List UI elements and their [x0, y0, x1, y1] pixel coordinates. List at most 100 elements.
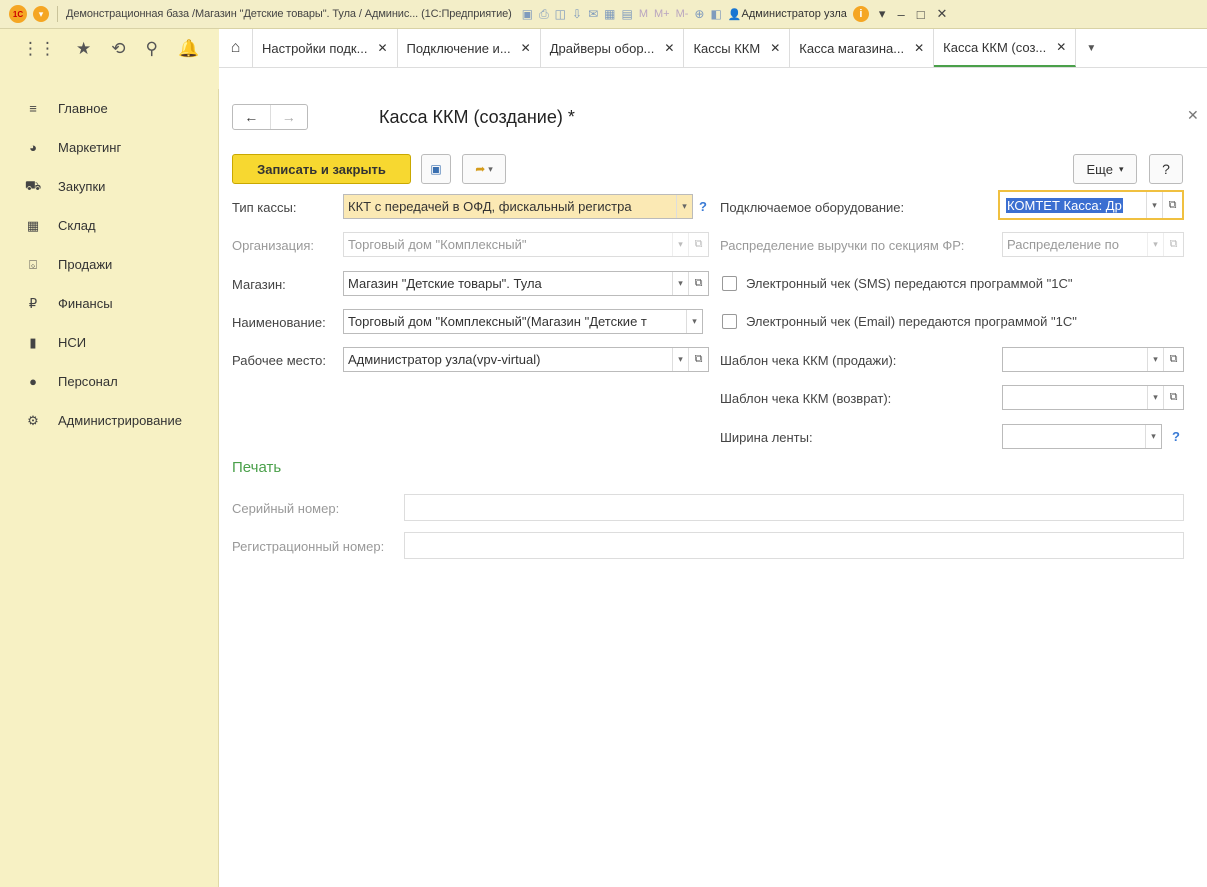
sidebar-item-admin[interactable]: ⚙ Администрирование: [0, 401, 218, 440]
open-icon[interactable]: ⧉: [1162, 192, 1182, 218]
user-icon: 👤: [727, 8, 742, 21]
chevron-down-icon[interactable]: ▾: [672, 348, 688, 371]
search-icon[interactable]: ⚲: [146, 39, 158, 59]
forward-arrow-icon[interactable]: →: [269, 105, 308, 129]
sms-checkbox[interactable]: [722, 276, 737, 291]
tabs-dropdown-icon[interactable]: ▼: [1076, 29, 1106, 67]
help-question-icon[interactable]: ?: [1172, 429, 1180, 444]
cart-icon: ⛟: [24, 177, 42, 193]
tab-connection[interactable]: Подключение и... ✕: [398, 29, 541, 67]
save-icon[interactable]: ▣: [421, 154, 451, 184]
save-icon[interactable]: ▣: [522, 7, 533, 21]
chevron-down-icon[interactable]: ▾: [672, 272, 688, 295]
memory-plus-button[interactable]: M+: [654, 8, 670, 20]
close-tab-icon[interactable]: ✕: [770, 41, 780, 55]
open-icon[interactable]: ⧉: [1163, 386, 1183, 409]
save-and-close-button[interactable]: Записать и закрыть: [232, 154, 411, 184]
tape-width-label: Ширина ленты:: [720, 430, 813, 445]
1c-logo-icon: 1С: [9, 5, 27, 23]
print-icon[interactable]: ⎙: [539, 7, 549, 22]
memory-minus-button[interactable]: M-: [676, 8, 689, 20]
panels-icon[interactable]: ◧: [710, 7, 721, 21]
tab-kkm-list[interactable]: Кассы ККМ ✕: [684, 29, 791, 67]
receipt-template-return-field[interactable]: ▾ ⧉: [1002, 385, 1184, 410]
current-user[interactable]: 👤 Администратор узла: [728, 8, 847, 21]
print-section-title[interactable]: Печать: [232, 459, 281, 476]
close-window-icon[interactable]: ✕: [937, 6, 948, 22]
sidebar-item-warehouse[interactable]: ▦ Склад: [0, 206, 218, 245]
tab-drivers[interactable]: Драйверы обор... ✕: [541, 29, 685, 67]
calendar-icon[interactable]: ▤: [621, 7, 632, 21]
organization-field[interactable]: Торговый дом "Комплексный" ▾ ⧉: [343, 232, 709, 257]
chevron-down-icon[interactable]: ▾: [1147, 348, 1163, 371]
apps-grid-icon[interactable]: ⋮⋮: [22, 39, 56, 59]
registration-number-field[interactable]: [404, 532, 1184, 559]
sidebar-item-nsi[interactable]: ▮ НСИ: [0, 323, 218, 362]
close-tab-icon[interactable]: ✕: [377, 41, 387, 55]
chevron-down-icon[interactable]: ▾: [672, 233, 688, 256]
calculator-icon[interactable]: ▦: [604, 7, 615, 21]
close-tab-icon[interactable]: ✕: [521, 41, 531, 55]
serial-number-field[interactable]: [404, 494, 1184, 521]
bell-icon[interactable]: 🔔: [178, 39, 199, 59]
chevron-down-icon[interactable]: ▾: [1147, 386, 1163, 409]
ruble-icon: ₽: [28, 295, 38, 311]
chevron-down-icon[interactable]: ▾: [1146, 192, 1162, 218]
sidebar-item-sales[interactable]: ⌺ Продажи: [0, 245, 218, 284]
sidebar-item-main[interactable]: ≡ Главное: [0, 89, 218, 128]
open-icon[interactable]: ⧉: [1163, 348, 1183, 371]
maximize-icon[interactable]: □: [917, 7, 925, 22]
receipt-template-sale-field[interactable]: ▾ ⧉: [1002, 347, 1184, 372]
sidebar-item-purchases[interactable]: ⛟ Закупки: [0, 167, 218, 206]
close-tab-icon[interactable]: ✕: [1056, 40, 1066, 54]
tape-width-field[interactable]: ▾: [1002, 424, 1162, 449]
equipment-field[interactable]: КОМТЕТ Касса: Др ▾ ⧉: [998, 190, 1184, 220]
sidebar-item-finance[interactable]: ₽ Финансы: [0, 284, 218, 323]
home-icon[interactable]: ⌂: [219, 29, 253, 67]
history-icon[interactable]: ⟲: [111, 39, 125, 59]
export-icon[interactable]: ⇩: [572, 7, 582, 21]
window-titlebar: 1С ▾ Демонстрационная база /Магазин "Дет…: [0, 0, 1207, 29]
close-tab-icon[interactable]: ✕: [914, 41, 924, 55]
revenue-distribution-field[interactable]: Распределение по ▾ ⧉: [1002, 232, 1184, 257]
mail-icon[interactable]: ✉: [588, 7, 598, 21]
tab-kkm-create[interactable]: Касса ККМ (соз... ✕: [934, 29, 1077, 67]
chevron-down-icon[interactable]: ▾: [676, 195, 692, 218]
open-icon[interactable]: ⧉: [688, 233, 708, 256]
chevron-down-icon[interactable]: ▾: [686, 310, 702, 333]
sidebar-item-marketing[interactable]: ◕ Маркетинг: [0, 128, 218, 167]
tabs-bar: ⋮⋮ ★ ⟲ ⚲ 🔔 ⌂ Настройки подк... ✕ Подключе…: [0, 29, 1207, 89]
open-icon[interactable]: ⧉: [688, 272, 708, 295]
memory-button[interactable]: M: [639, 8, 648, 20]
name-field[interactable]: Торговый дом "Комплексный"(Магазин "Детс…: [343, 309, 703, 334]
minimize-icon[interactable]: –: [897, 7, 904, 22]
shop-field[interactable]: Магазин "Детские товары". Тула ▾ ⧉: [343, 271, 709, 296]
create-based-on-icon[interactable]: ➦ ▾: [462, 154, 506, 184]
tab-shop-kassa[interactable]: Касса магазина... ✕: [790, 29, 935, 67]
main-menu-icon[interactable]: ▾: [33, 6, 49, 22]
close-form-icon[interactable]: ✕: [1187, 107, 1199, 124]
back-arrow-icon[interactable]: ←: [233, 105, 270, 129]
workplace-field[interactable]: Администратор узла(vpv-virtual) ▾ ⧉: [343, 347, 709, 372]
chevron-down-icon[interactable]: ▾: [1145, 425, 1161, 448]
open-icon[interactable]: ⧉: [688, 348, 708, 371]
kassa-type-field[interactable]: ККТ с передачей в ОФД, фискальный регист…: [343, 194, 693, 219]
zoom-icon[interactable]: ⊕: [694, 7, 704, 21]
form-area: ← → Касса ККМ (создание) * ✕ Записать и …: [220, 89, 1207, 887]
book-icon: ▮: [29, 334, 37, 350]
help-question-icon[interactable]: ?: [699, 199, 707, 214]
email-checkbox[interactable]: [722, 314, 737, 329]
info-icon[interactable]: i: [852, 6, 869, 22]
organization-label: Организация:: [232, 238, 315, 253]
dropdown-icon[interactable]: ▾: [879, 6, 886, 22]
preview-icon[interactable]: ◫: [555, 7, 566, 21]
sidebar-item-staff[interactable]: ● Персонал: [0, 362, 218, 401]
receipt-template-sale-label: Шаблон чека ККМ (продажи):: [720, 353, 897, 368]
open-icon[interactable]: ⧉: [1163, 233, 1183, 256]
close-tab-icon[interactable]: ✕: [664, 41, 674, 55]
more-button[interactable]: Еще ▾: [1073, 154, 1137, 184]
favorites-star-icon[interactable]: ★: [76, 39, 91, 59]
chevron-down-icon[interactable]: ▾: [1147, 233, 1163, 256]
tab-equipment-settings[interactable]: Настройки подк... ✕: [253, 29, 398, 67]
help-button[interactable]: ?: [1149, 154, 1183, 184]
